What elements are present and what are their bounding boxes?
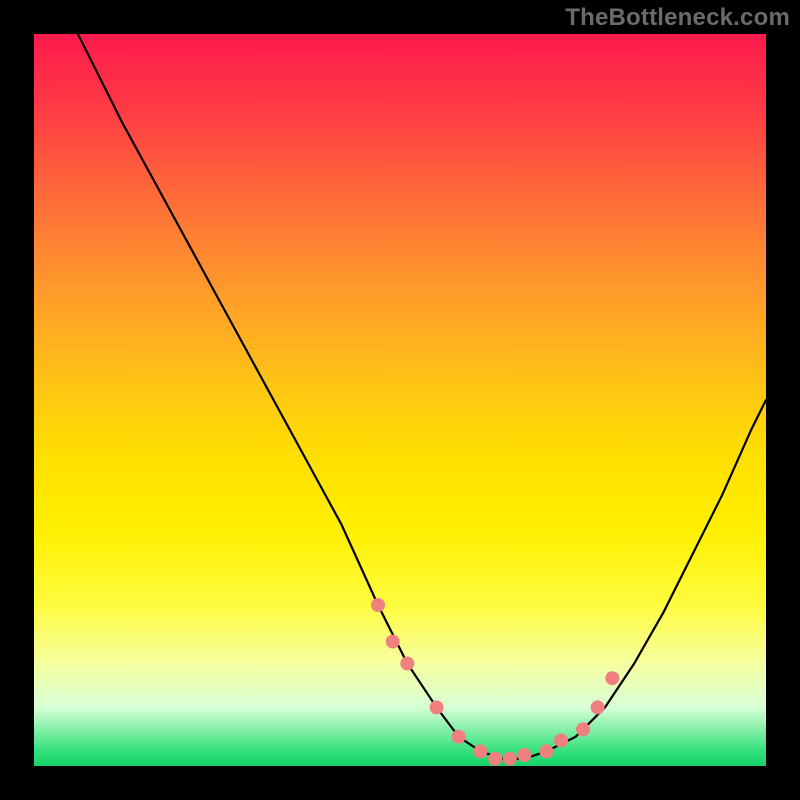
highlight-dot: [474, 744, 488, 758]
chart-plot-area: [34, 34, 766, 766]
highlight-dot: [452, 730, 466, 744]
highlight-dot: [517, 748, 531, 762]
highlight-dot: [488, 752, 502, 766]
highlight-dot: [400, 657, 414, 671]
highlight-dot: [591, 700, 605, 714]
highlight-dot: [503, 752, 517, 766]
highlight-dot: [554, 733, 568, 747]
highlight-dot: [576, 722, 590, 736]
highlight-dot: [539, 744, 553, 758]
highlight-dot: [430, 700, 444, 714]
highlight-dot: [605, 671, 619, 685]
bottleneck-curve: [78, 34, 766, 759]
highlight-dot: [371, 598, 385, 612]
highlight-dots: [371, 598, 619, 766]
watermark-text: TheBottleneck.com: [565, 4, 790, 32]
chart-svg: [34, 34, 766, 766]
chart-frame: TheBottleneck.com: [0, 0, 800, 800]
highlight-dot: [386, 635, 400, 649]
